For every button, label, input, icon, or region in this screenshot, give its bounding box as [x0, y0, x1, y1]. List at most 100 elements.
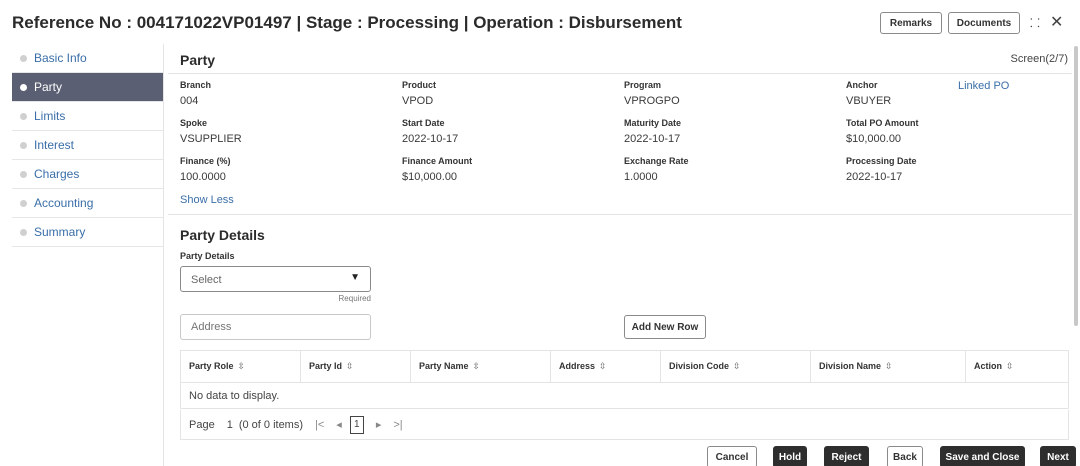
show-less-link[interactable]: Show Less	[180, 194, 234, 206]
column-label: Division Name	[819, 361, 882, 371]
next-button[interactable]: Next	[1040, 446, 1076, 466]
current-page-button[interactable]: 1	[349, 415, 364, 434]
next-page-icon[interactable]: ▸	[376, 418, 382, 431]
step-dot-icon	[20, 200, 27, 207]
field-label: Product	[402, 80, 437, 90]
screen-indicator: Screen(2/7)	[1010, 53, 1068, 65]
column-header-division-code[interactable]: Division Code ⇳	[660, 350, 811, 383]
step-dot-icon	[20, 171, 27, 178]
prev-page-icon[interactable]: ◂	[336, 418, 342, 431]
column-header-division-name[interactable]: Division Name ⇳	[810, 350, 966, 383]
sort-icon[interactable]: ⇳	[473, 361, 481, 371]
branch-field: Branch 004	[180, 80, 211, 107]
sidebar-item-label: Basic Info	[34, 51, 87, 65]
remarks-button[interactable]: Remarks	[880, 12, 942, 34]
address-field[interactable]	[180, 314, 371, 340]
step-dot-icon	[20, 229, 27, 236]
column-label: Party Id	[309, 361, 343, 371]
sidebar-item-label: Summary	[34, 225, 86, 239]
cancel-button[interactable]: Cancel	[707, 446, 757, 466]
party-details-label: Party Details	[180, 251, 235, 261]
table-row: No data to display.	[180, 382, 1069, 409]
sidebar-item-summary[interactable]: Summary	[12, 218, 163, 247]
finance-amount-field: Finance Amount $10,000.00	[402, 156, 472, 183]
scrollbar[interactable]	[1074, 46, 1078, 326]
sidebar-item-limits[interactable]: Limits	[12, 102, 163, 131]
party-details-select[interactable]: Select ▼	[180, 266, 371, 292]
product-field: Product VPOD	[402, 80, 436, 107]
field-label: Total PO Amount	[846, 118, 919, 128]
column-header-party-role[interactable]: Party Role ⇳	[180, 350, 301, 383]
page-header: Reference No : 004171022VP01497 | Stage …	[0, 0, 1080, 42]
main-panel: Party Screen(2/7) Branch 004 Product VPO…	[168, 44, 1072, 440]
page-label: Page	[189, 418, 215, 431]
sidebar-item-interest[interactable]: Interest	[12, 131, 163, 160]
sidebar-item-charges[interactable]: Charges	[12, 160, 163, 189]
start-date-field: Start Date 2022-10-17	[402, 118, 458, 145]
column-label: Division Code	[669, 361, 730, 371]
field-label: Anchor	[846, 80, 878, 90]
page-title: Reference No : 004171022VP01497 | Stage …	[12, 13, 682, 32]
sort-icon[interactable]: ⇳	[599, 361, 607, 371]
page-number: 1	[226, 418, 233, 431]
column-header-party-id[interactable]: Party Id ⇳	[300, 350, 411, 383]
step-dot-icon	[20, 84, 27, 91]
reject-button[interactable]: Reject	[824, 446, 869, 466]
program-field: Program VPROGPO	[624, 80, 680, 107]
column-label: Party Role	[189, 361, 234, 371]
add-new-row-button[interactable]: Add New Row	[624, 315, 706, 339]
first-page-icon[interactable]: |<	[315, 419, 324, 431]
field-value: VSUPPLIER	[180, 133, 242, 145]
field-label: Finance Amount	[402, 156, 473, 166]
field-value: $10,000.00	[846, 133, 902, 145]
sort-icon[interactable]: ⇳	[885, 361, 893, 371]
sort-icon[interactable]: ⇳	[238, 361, 246, 371]
sort-icon[interactable]: ⇳	[346, 361, 354, 371]
hold-button[interactable]: Hold	[773, 446, 807, 466]
exchange-rate-field: Exchange Rate 1.0000	[624, 156, 689, 183]
column-label: Address	[559, 361, 596, 371]
finance-percent-field: Finance (%) 100.0000	[180, 156, 231, 183]
field-value: 100.0000	[180, 171, 226, 183]
column-header-party-name[interactable]: Party Name ⇳	[410, 350, 551, 383]
step-dot-icon	[20, 113, 27, 120]
party-table: Party Role ⇳ Party Id ⇳ Party Name ⇳ Addres…	[180, 350, 1069, 409]
sidebar-item-label: Interest	[34, 138, 75, 152]
field-label: Program	[624, 80, 662, 90]
maximize-icon[interactable]: ⸬	[1030, 14, 1040, 31]
column-header-address[interactable]: Address ⇳	[550, 350, 661, 383]
sidebar-item-label: Limits	[34, 109, 66, 123]
address-input[interactable]	[181, 315, 370, 339]
sidebar-item-label: Accounting	[34, 196, 94, 210]
sidebar-item-basic-info[interactable]: Basic Info	[12, 44, 163, 73]
field-value: VPROGPO	[624, 95, 680, 107]
field-label: Processing Date	[846, 156, 917, 166]
party-details-title: Party Details	[180, 227, 265, 243]
back-button[interactable]: Back	[887, 446, 923, 466]
sort-icon[interactable]: ⇳	[733, 361, 741, 371]
close-icon[interactable]: ✕	[1050, 12, 1063, 32]
sidebar-item-party[interactable]: Party	[12, 73, 163, 102]
field-value: 1.0000	[624, 171, 658, 183]
documents-button[interactable]: Documents	[948, 12, 1020, 34]
spoke-field: Spoke VSUPPLIER	[180, 118, 242, 145]
step-dot-icon	[20, 142, 27, 149]
field-value: 2022-10-17	[402, 133, 459, 145]
chevron-down-icon: ▼	[350, 272, 360, 283]
maturity-date-field: Maturity Date 2022-10-17	[624, 118, 681, 145]
linked-po-link[interactable]: Linked PO	[958, 80, 1009, 92]
save-and-close-button[interactable]: Save and Close	[940, 446, 1025, 466]
sort-icon[interactable]: ⇳	[1006, 361, 1014, 371]
anchor-field: Anchor VBUYER	[846, 80, 891, 107]
section-divider	[168, 214, 1072, 215]
column-header-action[interactable]: Action ⇳	[965, 350, 1069, 383]
field-value: VPOD	[402, 95, 434, 107]
field-label: Finance (%)	[180, 156, 231, 166]
item-count: (0 of 0 items)	[238, 418, 304, 431]
pagination: Page 1 (0 of 0 items) |< ◂ 1 ▸ >|	[180, 410, 1069, 440]
sidebar-item-accounting[interactable]: Accounting	[12, 189, 163, 218]
field-value: 004	[180, 95, 199, 107]
step-dot-icon	[20, 55, 27, 62]
last-page-icon[interactable]: >|	[393, 419, 402, 431]
stage-sidebar: Basic Info Party Limits Interest Charges…	[12, 44, 164, 466]
